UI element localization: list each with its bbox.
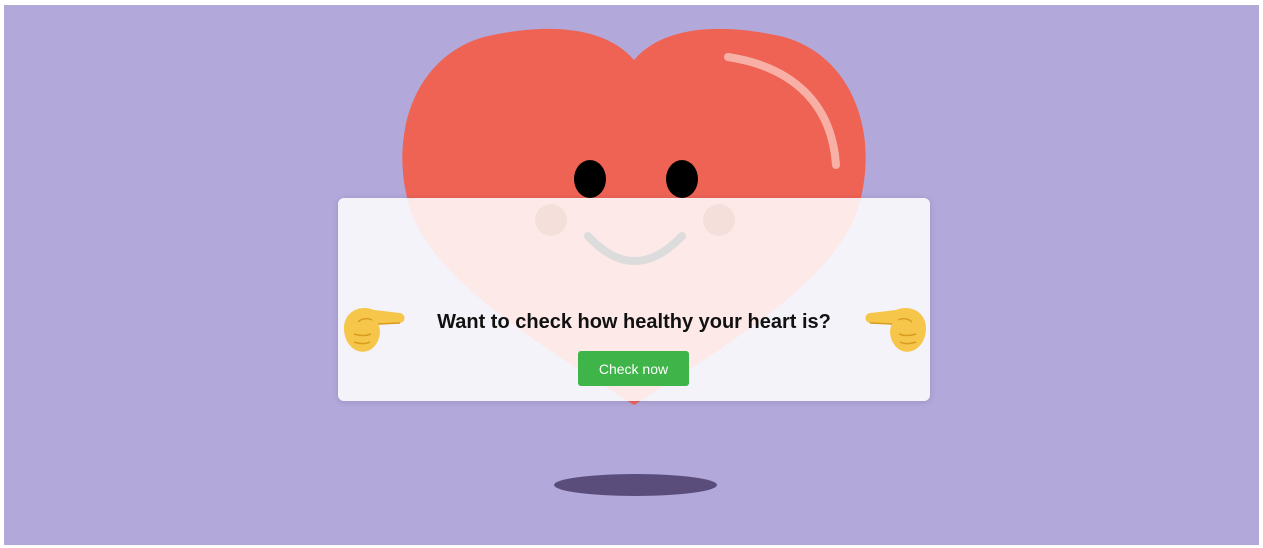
pointing-left-hand-icon [865,308,926,352]
heart-check-card: Want to check how healthy your heart is?… [338,198,930,401]
pointing-right-hand-icon [344,308,405,352]
check-now-button[interactable]: Check now [578,351,689,386]
prompt-text: Want to check how healthy your heart is? [437,311,831,333]
prompt-row: Want to check how healthy your heart is? [338,298,930,358]
page-background: Want to check how healthy your heart is?… [4,5,1259,545]
heart-shadow [554,474,717,496]
